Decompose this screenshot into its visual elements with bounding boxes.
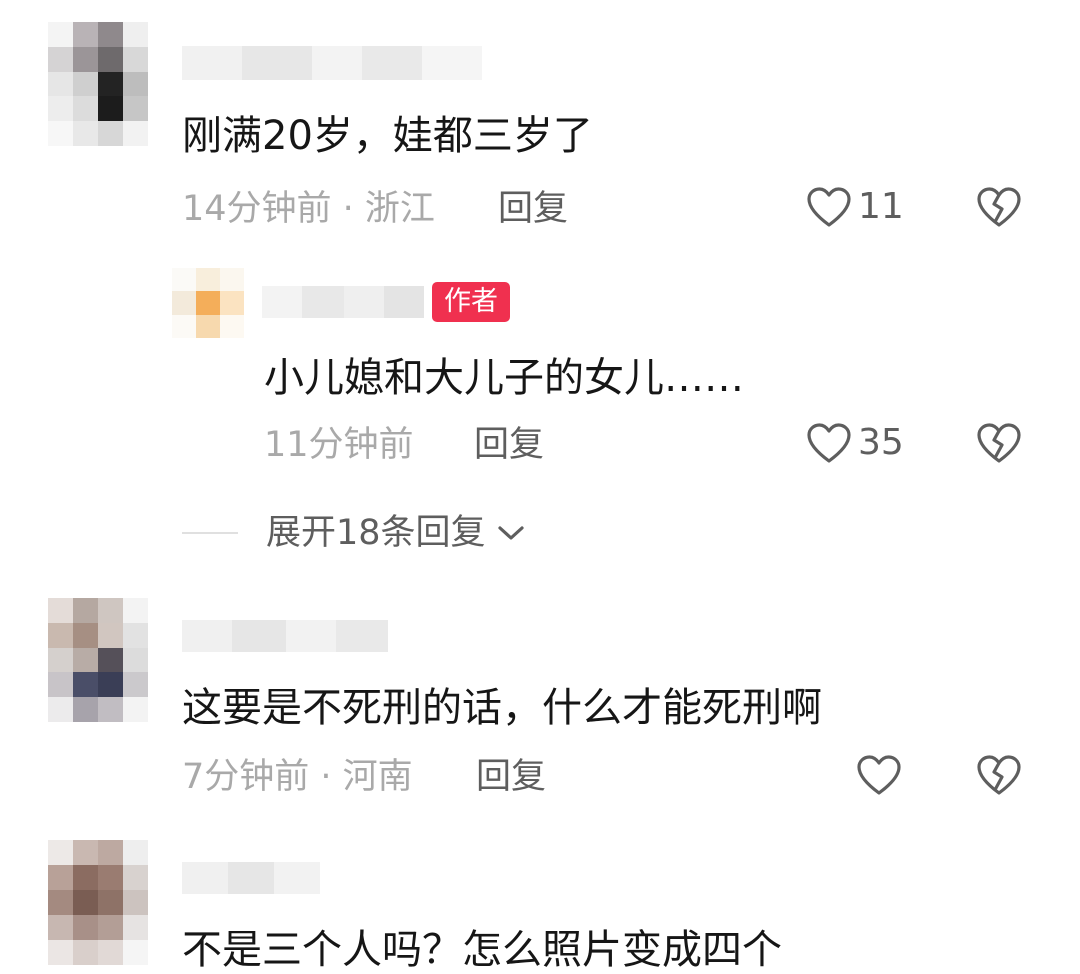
comment-meta: 7分钟前 · 河南 <box>182 757 413 797</box>
like-count: 11 <box>858 186 904 227</box>
like-button[interactable] <box>856 754 908 796</box>
chevron-down-icon <box>497 526 524 540</box>
broken-heart-icon[interactable] <box>976 422 1022 464</box>
username-blurred[interactable] <box>182 46 482 80</box>
reply-button[interactable]: 回复 <box>474 424 544 466</box>
broken-heart-icon[interactable] <box>976 754 1022 796</box>
comment-text: 刚满20岁，娃都三岁了 <box>182 113 593 159</box>
comment-text: 这要是不死刑的话，什么才能死刑啊 <box>182 685 822 731</box>
reply-button[interactable]: 回复 <box>476 756 546 798</box>
heart-outline-icon <box>807 187 851 227</box>
author-badge: 作者 <box>432 282 510 322</box>
username-blurred[interactable] <box>262 286 424 318</box>
expand-replies-button[interactable]: 展开18条回复 <box>182 512 526 554</box>
heart-outline-icon <box>807 423 851 463</box>
avatar[interactable] <box>48 840 148 965</box>
avatar[interactable] <box>48 598 148 722</box>
comment-meta: 14分钟前 · 浙江 <box>182 189 435 229</box>
reply-button[interactable]: 回复 <box>498 188 568 230</box>
avatar[interactable] <box>48 22 148 146</box>
heart-outline-icon <box>857 755 901 795</box>
divider <box>182 532 238 534</box>
username-blurred[interactable] <box>182 862 320 894</box>
username-blurred[interactable] <box>182 620 388 652</box>
like-button[interactable]: 11 <box>806 186 904 228</box>
like-button[interactable]: 35 <box>806 422 904 464</box>
avatar[interactable] <box>172 268 244 338</box>
broken-heart-icon[interactable] <box>976 186 1022 228</box>
reply-text: 小儿媳和大儿子的女儿…… <box>264 355 744 401</box>
expand-replies-label: 展开18条回复 <box>266 513 486 553</box>
comment-text: 不是三个人吗？怎么照片变成四个 <box>182 927 782 973</box>
like-count: 35 <box>858 422 904 463</box>
reply-meta: 11分钟前 <box>264 425 414 465</box>
